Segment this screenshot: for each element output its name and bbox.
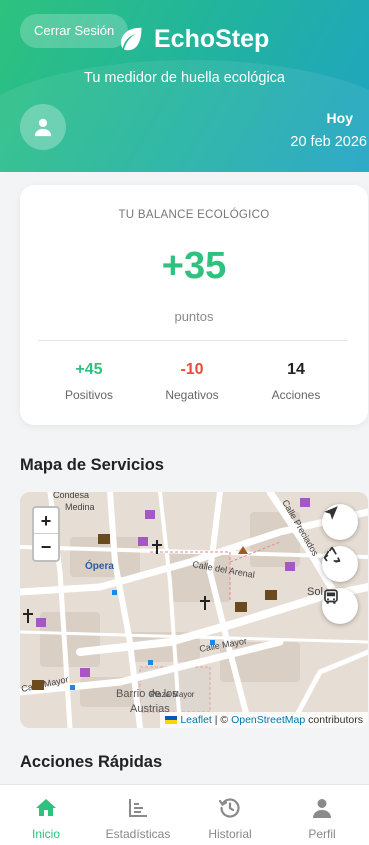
bus-icon (324, 589, 338, 604)
services-map[interactable]: Condesa Medina Ópera Calle del Arenal Ca… (20, 492, 368, 728)
stat-positives: +45 Positivos (39, 361, 139, 402)
balance-score: +35 (161, 245, 227, 287)
app-brand: EchoStep (116, 24, 269, 54)
stat-actions-value: 14 (287, 361, 305, 378)
balance-title: TU BALANCE ECOLÓGICO (118, 209, 270, 221)
map-label-condesa: Condesa (53, 492, 89, 500)
avatar[interactable] (20, 104, 66, 150)
stat-negatives-value: -10 (180, 361, 204, 378)
balance-divider (38, 340, 348, 341)
app-tagline: Tu medidor de huella ecológica (84, 70, 285, 86)
balance-unit: puntos (174, 309, 214, 324)
map-label-sol: Sol (307, 586, 323, 598)
logout-button[interactable]: Cerrar Sesión (20, 14, 129, 48)
profile-icon (313, 799, 331, 818)
map-label-opera: Ópera (85, 559, 114, 572)
user-icon (34, 118, 52, 137)
stat-actions-label: Acciones (271, 388, 321, 402)
stat-actions: 14 Acciones (246, 361, 346, 402)
osm-link[interactable]: OpenStreetMap (231, 714, 305, 726)
app-name: EchoStep (154, 24, 270, 53)
nav-item-home[interactable]: Inicio (0, 785, 92, 845)
nav-item-statistics[interactable]: Estadísticas (92, 785, 184, 845)
history-icon (218, 798, 240, 818)
quick-actions-title: Acciones Rápidas (20, 753, 163, 771)
nav-label-home: Inicio (31, 827, 60, 841)
stat-positives-label: Positivos (64, 388, 114, 402)
recycle-icon (323, 546, 341, 563)
ukraine-flag-icon (165, 716, 178, 725)
map-section-title: Mapa de Servicios (20, 456, 164, 474)
map-label-barrio: Barrio de los (116, 688, 178, 700)
home-icon (36, 799, 56, 816)
nav-label-statistics: Estadísticas (105, 827, 171, 841)
locate-button[interactable] (322, 504, 358, 540)
leaflet-link[interactable]: Leaflet (180, 714, 212, 726)
attribution-separator: | © (211, 714, 232, 726)
day-label: Hoy (326, 110, 353, 126)
map-tiles[interactable]: Condesa Medina Ópera Calle del Arenal Ca… (20, 492, 368, 728)
nav-item-history[interactable]: Historial (184, 785, 276, 845)
chart-icon (129, 799, 147, 817)
navigation-arrow-icon (324, 506, 338, 520)
zoom-in-button[interactable]: + (34, 508, 58, 534)
balance-card: TU BALANCE ECOLÓGICO +35 puntos +45 Posi… (20, 185, 368, 425)
map-zoom-control: + − (32, 506, 60, 562)
nav-label-history: Historial (208, 827, 252, 841)
stat-negatives: -10 Negativos (142, 361, 242, 402)
map-label-medina: Medina (65, 502, 95, 512)
bottom-navigation: Inicio Estadísticas Historial Perfil (0, 784, 369, 845)
map-attribution: Leaflet | © OpenStreetMap contributors (160, 712, 368, 728)
nav-item-profile[interactable]: Perfil (276, 785, 368, 845)
date-box: Hoy 20 feb 2026 (290, 110, 367, 150)
current-date: 20 feb 2026 (290, 134, 367, 150)
stat-positives-value: +45 (75, 361, 103, 378)
transport-filter-button[interactable] (322, 588, 358, 624)
app-header: Cerrar Sesión EchoStep Tu medidor de hue… (0, 0, 369, 172)
recycling-filter-button[interactable] (322, 546, 358, 582)
attribution-contributors: contributors (305, 714, 363, 726)
stat-negatives-label: Negativos (165, 388, 219, 402)
nav-label-profile: Perfil (308, 827, 336, 841)
leaf-icon (121, 27, 142, 51)
zoom-out-button[interactable]: − (34, 534, 58, 560)
